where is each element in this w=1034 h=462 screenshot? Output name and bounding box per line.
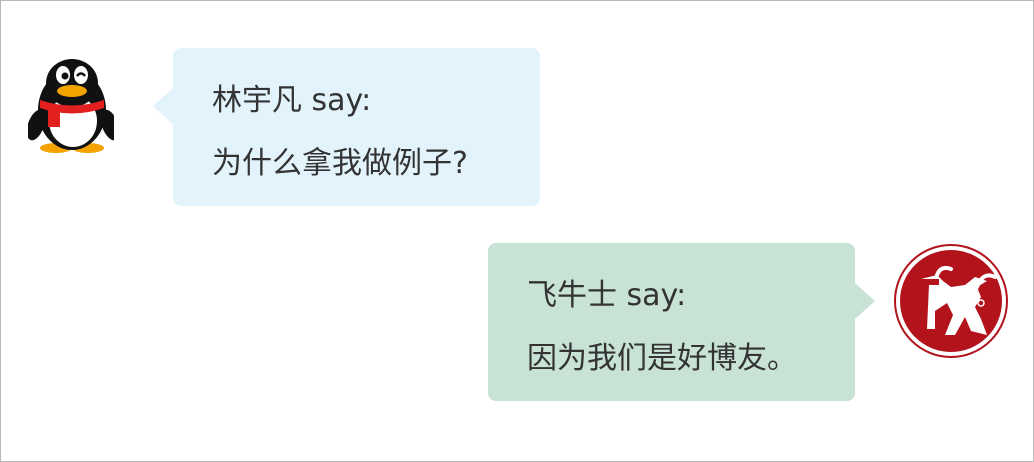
message-bubble-incoming: 林宇凡 say: 为什么拿我做例子? xyxy=(153,48,540,206)
bubble-pointer xyxy=(153,88,173,124)
chat-window: 林宇凡 say: 为什么拿我做例子? 飞牛士 say: 因为我们是好博友。 xyxy=(0,0,1034,462)
bull-logo-avatar-icon[interactable] xyxy=(891,241,1017,361)
sender-line: 飞牛士 say: xyxy=(527,278,687,313)
message-bubble-outgoing: 飞牛士 say: 因为我们是好博友。 xyxy=(488,243,875,401)
message-text: 因为我们是好博友。 xyxy=(527,341,797,376)
sender-line: 林宇凡 say: xyxy=(212,83,372,118)
bubble-pointer xyxy=(855,283,875,319)
message-text: 为什么拿我做例子? xyxy=(212,146,468,181)
penguin-avatar-icon[interactable] xyxy=(26,55,120,155)
